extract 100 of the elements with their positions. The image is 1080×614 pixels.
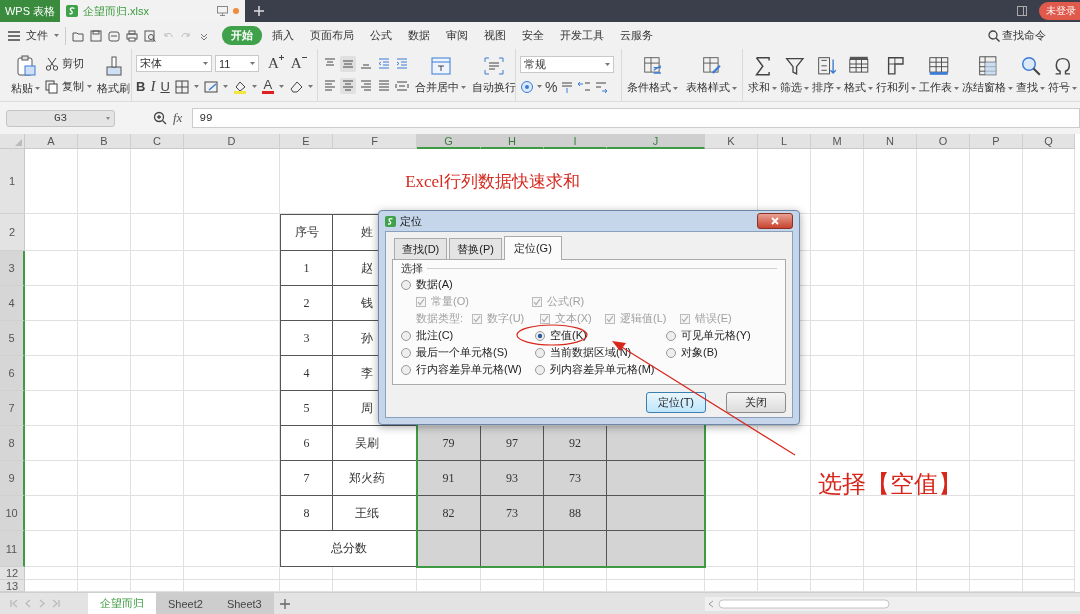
ribbon-tab[interactable]: 公式 (364, 26, 398, 45)
caret-icon[interactable] (35, 86, 40, 90)
close-button[interactable] (757, 213, 793, 229)
caret-icon[interactable] (461, 85, 466, 89)
radio-icon[interactable] (401, 347, 411, 358)
column-header[interactable]: K (705, 134, 758, 149)
caret-icon[interactable] (222, 85, 228, 88)
freeze-panes-button[interactable]: 冻结窗格 (961, 55, 1014, 95)
font-color-button[interactable]: A (261, 79, 274, 94)
caret-icon[interactable] (804, 86, 809, 90)
radio-icon[interactable] (401, 330, 411, 341)
row-header[interactable]: 12 (0, 567, 25, 580)
column-header[interactable]: O (917, 134, 970, 149)
horizontal-scrollbar[interactable] (705, 596, 1080, 611)
caret-icon[interactable] (54, 34, 59, 37)
export-icon[interactable] (108, 29, 120, 42)
zoom-icon[interactable] (153, 111, 167, 125)
wrap-text-button[interactable]: 自动换行 (471, 55, 517, 95)
copy-icon[interactable] (45, 79, 59, 94)
sum-button[interactable]: 求和 (747, 55, 778, 95)
cell-style-icon[interactable] (203, 79, 218, 94)
symbol-button[interactable]: 符号 (1047, 55, 1078, 95)
find-button[interactable]: 查找 (1015, 55, 1046, 95)
column-header[interactable]: D (184, 134, 280, 149)
shrink-font-button[interactable]: A (290, 55, 307, 72)
caret-icon[interactable] (911, 86, 916, 90)
radio-icon[interactable] (666, 347, 676, 358)
font-size-field[interactable]: 11 (215, 55, 259, 72)
column-header[interactable]: A (25, 134, 78, 149)
open-icon[interactable] (72, 29, 84, 42)
name-box[interactable]: G3 (6, 109, 115, 127)
format-painter-button[interactable]: 格式刷 (96, 54, 131, 96)
menu-icon[interactable] (8, 30, 20, 41)
caret-icon[interactable] (278, 85, 284, 88)
scissors-icon[interactable] (45, 56, 59, 71)
plus-icon[interactable] (254, 6, 264, 16)
caret-icon[interactable] (605, 62, 610, 66)
format-button[interactable]: 格式 (843, 55, 874, 95)
search-icon[interactable] (1019, 55, 1042, 77)
align-left-icon[interactable] (323, 79, 337, 93)
row-header[interactable]: 6 (0, 356, 25, 391)
caret-icon[interactable] (954, 86, 959, 90)
print-icon[interactable] (126, 29, 138, 42)
row-header[interactable]: 5 (0, 321, 25, 356)
fill-color-icon[interactable] (232, 79, 247, 94)
dialog-button[interactable]: 定位(T) (646, 392, 706, 413)
radio-option[interactable]: 可见单元格(Y) (666, 328, 751, 343)
formula-field[interactable]: 99 (192, 108, 1080, 128)
column-header[interactable]: P (970, 134, 1023, 149)
row-header[interactable]: 2 (0, 214, 25, 251)
row-header[interactable]: 10 (0, 496, 25, 531)
dialog-tab[interactable]: 定位(G) (503, 236, 562, 260)
ribbon-tab[interactable]: 安全 (516, 26, 550, 45)
ribbon-tab[interactable]: 插入 (266, 26, 300, 45)
column-header[interactable]: B (78, 134, 131, 149)
radio-icon[interactable] (535, 330, 545, 341)
sheet-tab[interactable]: Sheet2 (156, 593, 215, 614)
print-preview-icon[interactable] (144, 29, 156, 42)
caret-icon[interactable] (87, 85, 92, 88)
sort-icon[interactable] (815, 55, 838, 77)
caret-icon[interactable] (772, 86, 777, 90)
caret-icon[interactable] (1040, 86, 1045, 90)
caret-icon[interactable] (203, 62, 208, 65)
sheet-tab[interactable]: Sheet3 (214, 593, 274, 614)
distributed-icon[interactable] (395, 79, 409, 93)
increase-decimal-icon[interactable] (577, 79, 592, 94)
conditional-format-button[interactable]: 条件格式 (626, 55, 679, 95)
row-header[interactable]: 7 (0, 391, 25, 426)
row-header[interactable]: 4 (0, 286, 25, 321)
borders-icon[interactable] (174, 79, 189, 94)
ribbon-tab[interactable]: 数据 (402, 26, 436, 45)
row-header[interactable]: 13 (0, 580, 25, 592)
currency-icon[interactable] (520, 79, 534, 94)
column-header[interactable]: C (131, 134, 184, 149)
align-center-icon[interactable] (341, 79, 355, 93)
ribbon-tab[interactable]: 页面布局 (304, 26, 360, 45)
row-header[interactable]: 9 (0, 461, 25, 496)
radio-option[interactable]: 列内容差异单元格(M) (535, 362, 655, 377)
row-header[interactable]: 11 (0, 531, 25, 567)
row-header[interactable]: 1 (0, 149, 25, 214)
row-header[interactable]: 3 (0, 251, 25, 286)
ribbon-tab[interactable]: 审阅 (440, 26, 474, 45)
number-format-field[interactable]: 常规 (520, 55, 614, 73)
search-command[interactable]: 查找命令 (1002, 28, 1046, 43)
radio-icon[interactable] (535, 347, 545, 358)
caret-icon[interactable] (673, 86, 678, 90)
row-header[interactable]: 8 (0, 426, 25, 461)
merge-cells-icon[interactable] (429, 55, 452, 76)
clipboard-icon[interactable] (15, 54, 36, 77)
font-name-field[interactable]: 宋体 (136, 55, 212, 72)
column-header[interactable]: E (280, 134, 333, 149)
caret-icon[interactable] (251, 85, 257, 88)
grow-font-button[interactable]: A (268, 55, 284, 72)
caret-icon[interactable] (537, 85, 542, 88)
radio-option[interactable]: 对象(B) (666, 345, 718, 360)
radio-option[interactable]: 空值(K) (535, 328, 587, 343)
thousands-separator-icon[interactable] (560, 79, 575, 94)
radio-icon[interactable] (535, 364, 545, 375)
column-header[interactable]: M (811, 134, 864, 149)
sort-button[interactable]: 排序 (811, 55, 842, 95)
